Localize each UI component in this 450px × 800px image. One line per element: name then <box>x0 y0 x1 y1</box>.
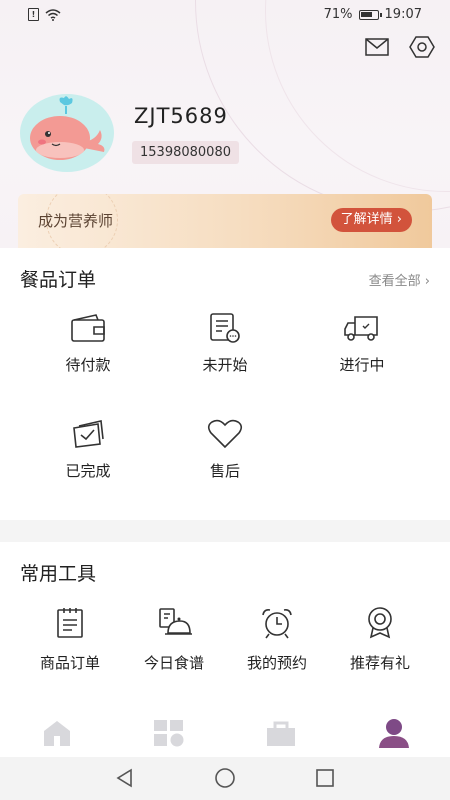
tab-profile[interactable] <box>374 715 414 751</box>
tool-todays-recipe[interactable]: 今日食谱 <box>118 606 230 673</box>
tool-label: 商品订单 <box>39 654 100 672</box>
delivery-truck-icon <box>342 310 382 346</box>
dish-cover-icon <box>156 606 192 640</box>
sim-alert-icon: ! <box>28 8 39 21</box>
system-nav-bar <box>0 757 450 800</box>
document-pending-icon <box>205 310 245 346</box>
section-title: 餐品订单 <box>20 269 97 291</box>
profile-icon <box>379 719 409 748</box>
order-label: 售后 <box>209 462 240 480</box>
tool-product-orders[interactable]: 商品订单 <box>14 606 126 673</box>
order-label: 待付款 <box>65 356 111 374</box>
order-label: 未开始 <box>202 356 248 374</box>
tool-label: 我的预约 <box>246 654 307 672</box>
order-label: 已完成 <box>65 462 111 480</box>
tab-home[interactable] <box>37 715 77 751</box>
nutritionist-promo-banner[interactable]: 成为营养师 了解详情 › <box>18 194 432 248</box>
shopping-bag-icon <box>267 721 295 746</box>
section-title: 常用工具 <box>20 563 97 585</box>
home-button-icon[interactable] <box>213 767 237 789</box>
order-completed[interactable]: 已完成 <box>28 416 148 481</box>
home-icon <box>44 721 70 746</box>
alarm-clock-icon <box>259 606 295 640</box>
clipboard-icon <box>52 606 88 640</box>
learn-more-button[interactable]: 了解详情 › <box>330 208 412 232</box>
tool-referral-rewards[interactable]: 推荐有礼 <box>324 606 436 673</box>
tool-my-appointments[interactable]: 我的预约 <box>221 606 333 673</box>
order-not-started[interactable]: 未开始 <box>165 310 285 375</box>
order-in-progress[interactable]: 进行中 <box>302 310 422 375</box>
meal-orders-section: 餐品订单 查看全部 › 待付款 未开始 进行中 已完成 售后 <box>0 248 450 520</box>
order-pending-payment[interactable]: 待付款 <box>28 310 148 375</box>
tool-label: 推荐有礼 <box>349 654 410 672</box>
settings-icon[interactable] <box>409 36 435 58</box>
recents-icon[interactable] <box>313 767 337 789</box>
award-badge-icon <box>362 606 398 640</box>
battery-percent: 71% <box>323 7 353 22</box>
order-after-sales[interactable]: 售后 <box>165 416 285 481</box>
promo-text: 成为营养师 <box>38 212 114 230</box>
battery-icon <box>358 9 382 20</box>
order-label: 进行中 <box>339 356 385 374</box>
wallet-icon <box>68 310 108 346</box>
view-all-link[interactable]: 查看全部 › <box>369 270 430 289</box>
status-bar: ! 71% 19:07 <box>0 0 450 30</box>
mail-icon[interactable] <box>364 36 390 58</box>
heart-icon <box>205 416 245 452</box>
whale-avatar-icon <box>30 96 105 160</box>
common-tools-section: 常用工具 商品订单 今日食谱 我的预约 推荐有礼 <box>0 542 450 707</box>
wifi-icon <box>45 8 61 21</box>
username: ZJT5689 <box>134 104 228 128</box>
tab-shop[interactable] <box>261 715 301 751</box>
checked-box-icon <box>68 416 108 452</box>
category-grid-icon <box>154 720 184 747</box>
tool-label: 今日食谱 <box>143 654 204 672</box>
back-icon[interactable] <box>113 767 137 789</box>
phone-badge: 15398080080 <box>132 141 239 164</box>
section-divider <box>0 520 450 542</box>
clock: 19:07 <box>384 7 422 22</box>
bottom-tab-bar <box>0 707 450 757</box>
avatar[interactable] <box>20 94 114 172</box>
tab-category[interactable] <box>149 715 189 751</box>
